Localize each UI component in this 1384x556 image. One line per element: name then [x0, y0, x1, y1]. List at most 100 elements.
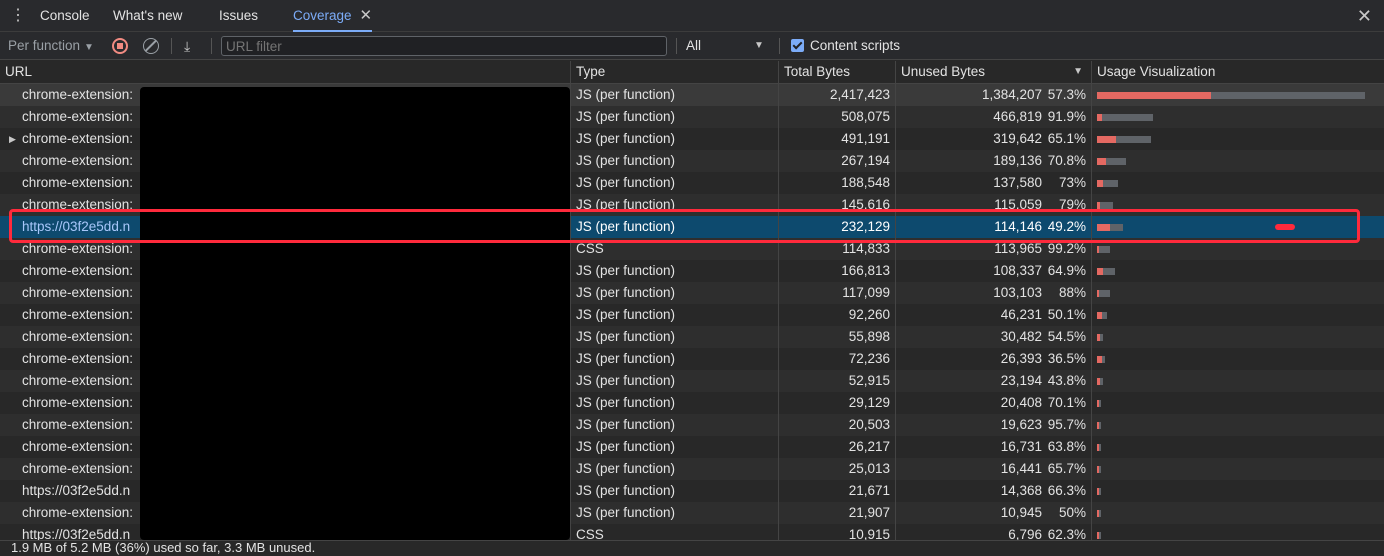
total-bytes-cell: 491,191 [778, 128, 895, 150]
type-cell: JS (per function) [570, 106, 778, 128]
usage-bar [1097, 290, 1110, 297]
unused-bytes-cell: 30,482 [895, 326, 1047, 348]
unused-percent-cell-text: 66.3% [1047, 483, 1086, 498]
unused-percent-cell: 66.3% [1040, 480, 1091, 502]
content-scripts-checkbox[interactable] [791, 39, 804, 52]
usage-bar [1097, 400, 1101, 407]
unused-percent-cell: 70.1% [1040, 392, 1091, 414]
total-bytes-cell: 20,503 [778, 414, 895, 436]
unused-bytes-cell: 137,580 [895, 172, 1047, 194]
total-bytes-cell-text: 20,503 [848, 417, 890, 432]
usage-visualization-cell [1091, 348, 1384, 370]
usage-bar [1097, 158, 1127, 165]
unused-percent-cell: 64.9% [1040, 260, 1091, 282]
unused-percent-cell: 57.3% [1040, 84, 1091, 106]
url-cell-text: chrome-extension: [22, 153, 134, 168]
column-header-url[interactable]: URL [0, 61, 570, 83]
toolbar-divider [171, 38, 172, 54]
total-bytes-cell: 10,915 [778, 524, 895, 540]
unused-percent-cell: 65.7% [1040, 458, 1091, 480]
unused-bytes-cell-text: 189,136 [993, 153, 1042, 168]
redaction-block [140, 87, 570, 540]
tab-coverage[interactable]: Coverage ✕ [293, 0, 373, 32]
type-cell-text: CSS [576, 241, 604, 256]
coverage-mode-select[interactable]: Per function ▼ [8, 32, 94, 60]
unused-percent-cell-text: 91.9% [1047, 109, 1086, 124]
total-bytes-cell-text: 55,898 [848, 329, 890, 344]
used-bytes-bar [1097, 532, 1099, 539]
column-header-unused-bytes[interactable]: Unused Bytes ▼ [895, 61, 1091, 83]
unused-percent-cell-text: 50% [1058, 505, 1086, 520]
column-header-type[interactable]: Type [570, 61, 778, 83]
total-bytes-cell-text: 267,194 [841, 153, 890, 168]
used-bytes-bar [1097, 400, 1099, 407]
url-cell-text: chrome-extension: [22, 175, 134, 190]
url-cell-text: chrome-extension: [22, 417, 134, 432]
type-cell-text: JS (per function) [576, 285, 676, 300]
content-scripts-label[interactable]: Content scripts [810, 32, 900, 60]
total-bytes-cell: 21,907 [778, 502, 895, 524]
unused-percent-cell-text: 65.7% [1047, 461, 1086, 476]
column-header-total-bytes[interactable]: Total Bytes [778, 61, 895, 83]
url-cell-text: chrome-extension: [22, 439, 134, 454]
type-cell: JS (per function) [570, 414, 778, 436]
used-bytes-bar [1097, 92, 1212, 99]
total-bytes-cell-text: 508,075 [841, 109, 890, 124]
used-bytes-bar [1097, 202, 1101, 209]
type-filter-select[interactable]: All ▼ [686, 32, 764, 60]
unused-percent-cell-text: 54.5% [1047, 329, 1086, 344]
usage-visualization-cell [1091, 260, 1384, 282]
stop-recording-icon[interactable] [112, 38, 128, 54]
url-cell-text: chrome-extension: [22, 373, 134, 388]
tab-issues[interactable]: Issues [219, 0, 258, 31]
type-cell: JS (per function) [570, 392, 778, 414]
close-devtools-icon[interactable]: ✕ [1357, 6, 1372, 26]
unused-bytes-cell-text: 1,384,207 [981, 87, 1042, 102]
tab-whats-new[interactable]: What's new [113, 0, 182, 31]
type-cell: JS (per function) [570, 480, 778, 502]
used-bytes-bar [1097, 334, 1100, 341]
tab-console[interactable]: Console [40, 0, 90, 31]
usage-visualization-cell [1091, 150, 1384, 172]
type-cell: JS (per function) [570, 150, 778, 172]
total-bytes-cell: 2,417,423 [778, 84, 895, 106]
more-options-icon[interactable]: ⋮ [10, 7, 26, 25]
unused-bytes-cell-text: 19,623 [1000, 417, 1042, 432]
tab-label: What's new [113, 8, 183, 23]
usage-visualization-cell [1091, 106, 1384, 128]
usage-visualization-cell [1091, 436, 1384, 458]
column-header-usage-visualization[interactable]: Usage Visualization [1091, 61, 1384, 83]
usage-bar [1097, 246, 1110, 253]
download-icon[interactable]: ⤓ [184, 32, 190, 60]
usage-bar [1097, 422, 1101, 429]
total-bytes-cell-text: 166,813 [841, 263, 890, 278]
unused-percent-cell-text: 95.7% [1047, 417, 1086, 432]
url-cell-text: chrome-extension: [22, 461, 134, 476]
used-bytes-bar [1097, 510, 1099, 517]
type-cell: JS (per function) [570, 348, 778, 370]
total-bytes-cell-text: 25,013 [848, 461, 890, 476]
type-cell-text: JS (per function) [576, 351, 676, 366]
type-cell: JS (per function) [570, 282, 778, 304]
total-bytes-cell-text: 92,260 [848, 307, 890, 322]
type-cell-text: JS (per function) [576, 505, 676, 520]
unused-bytes-cell: 46,231 [895, 304, 1047, 326]
url-filter-input[interactable] [221, 36, 667, 56]
usage-bar [1097, 488, 1101, 495]
type-cell: JS (per function) [570, 172, 778, 194]
usage-visualization-cell [1091, 282, 1384, 304]
close-tab-icon[interactable]: ✕ [360, 7, 373, 24]
tab-label: Issues [219, 8, 259, 23]
unused-percent-cell-text: 73% [1058, 175, 1086, 190]
total-bytes-cell: 92,260 [778, 304, 895, 326]
unused-bytes-cell-text: 103,103 [993, 285, 1042, 300]
usage-visualization-cell [1091, 524, 1384, 540]
usage-bar [1097, 136, 1152, 143]
unused-bytes-cell: 1,384,207 [895, 84, 1047, 106]
used-bytes-bar [1097, 466, 1099, 473]
unused-percent-cell-text: 63.8% [1047, 439, 1086, 454]
expand-triangle-icon[interactable]: ▶ [9, 128, 16, 150]
clear-icon[interactable] [143, 38, 159, 54]
url-cell-text: chrome-extension: [22, 395, 134, 410]
url-cell-text: chrome-extension: [22, 87, 134, 102]
